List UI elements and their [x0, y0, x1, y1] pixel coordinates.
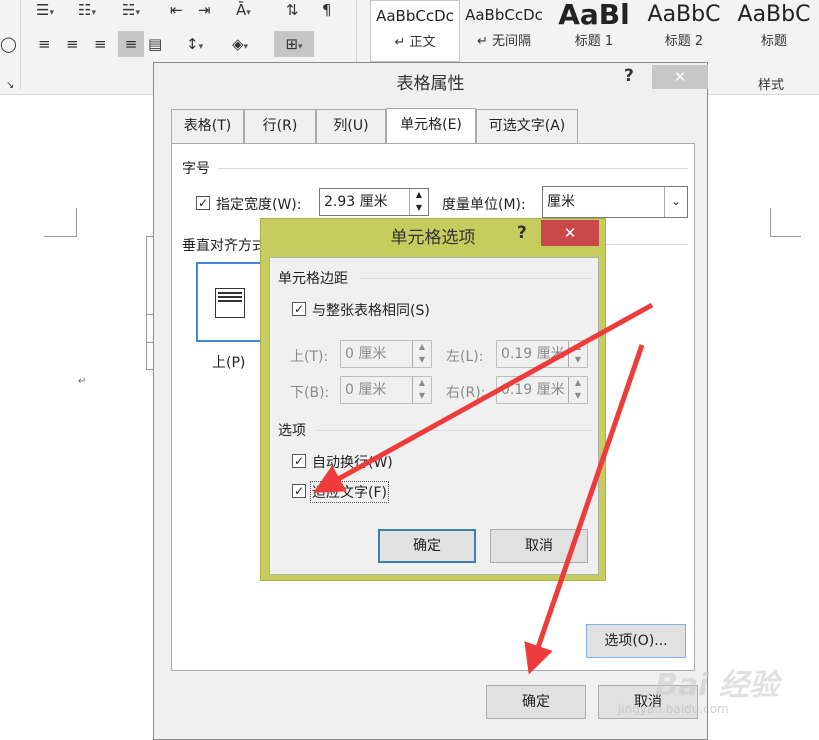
baidu-watermark-url: jingyan.baidu.com [618, 702, 729, 716]
arrow-to-ok [524, 344, 645, 675]
baidu-watermark: Bai 经验 [655, 668, 779, 703]
annotation-arrows [313, 302, 654, 675]
